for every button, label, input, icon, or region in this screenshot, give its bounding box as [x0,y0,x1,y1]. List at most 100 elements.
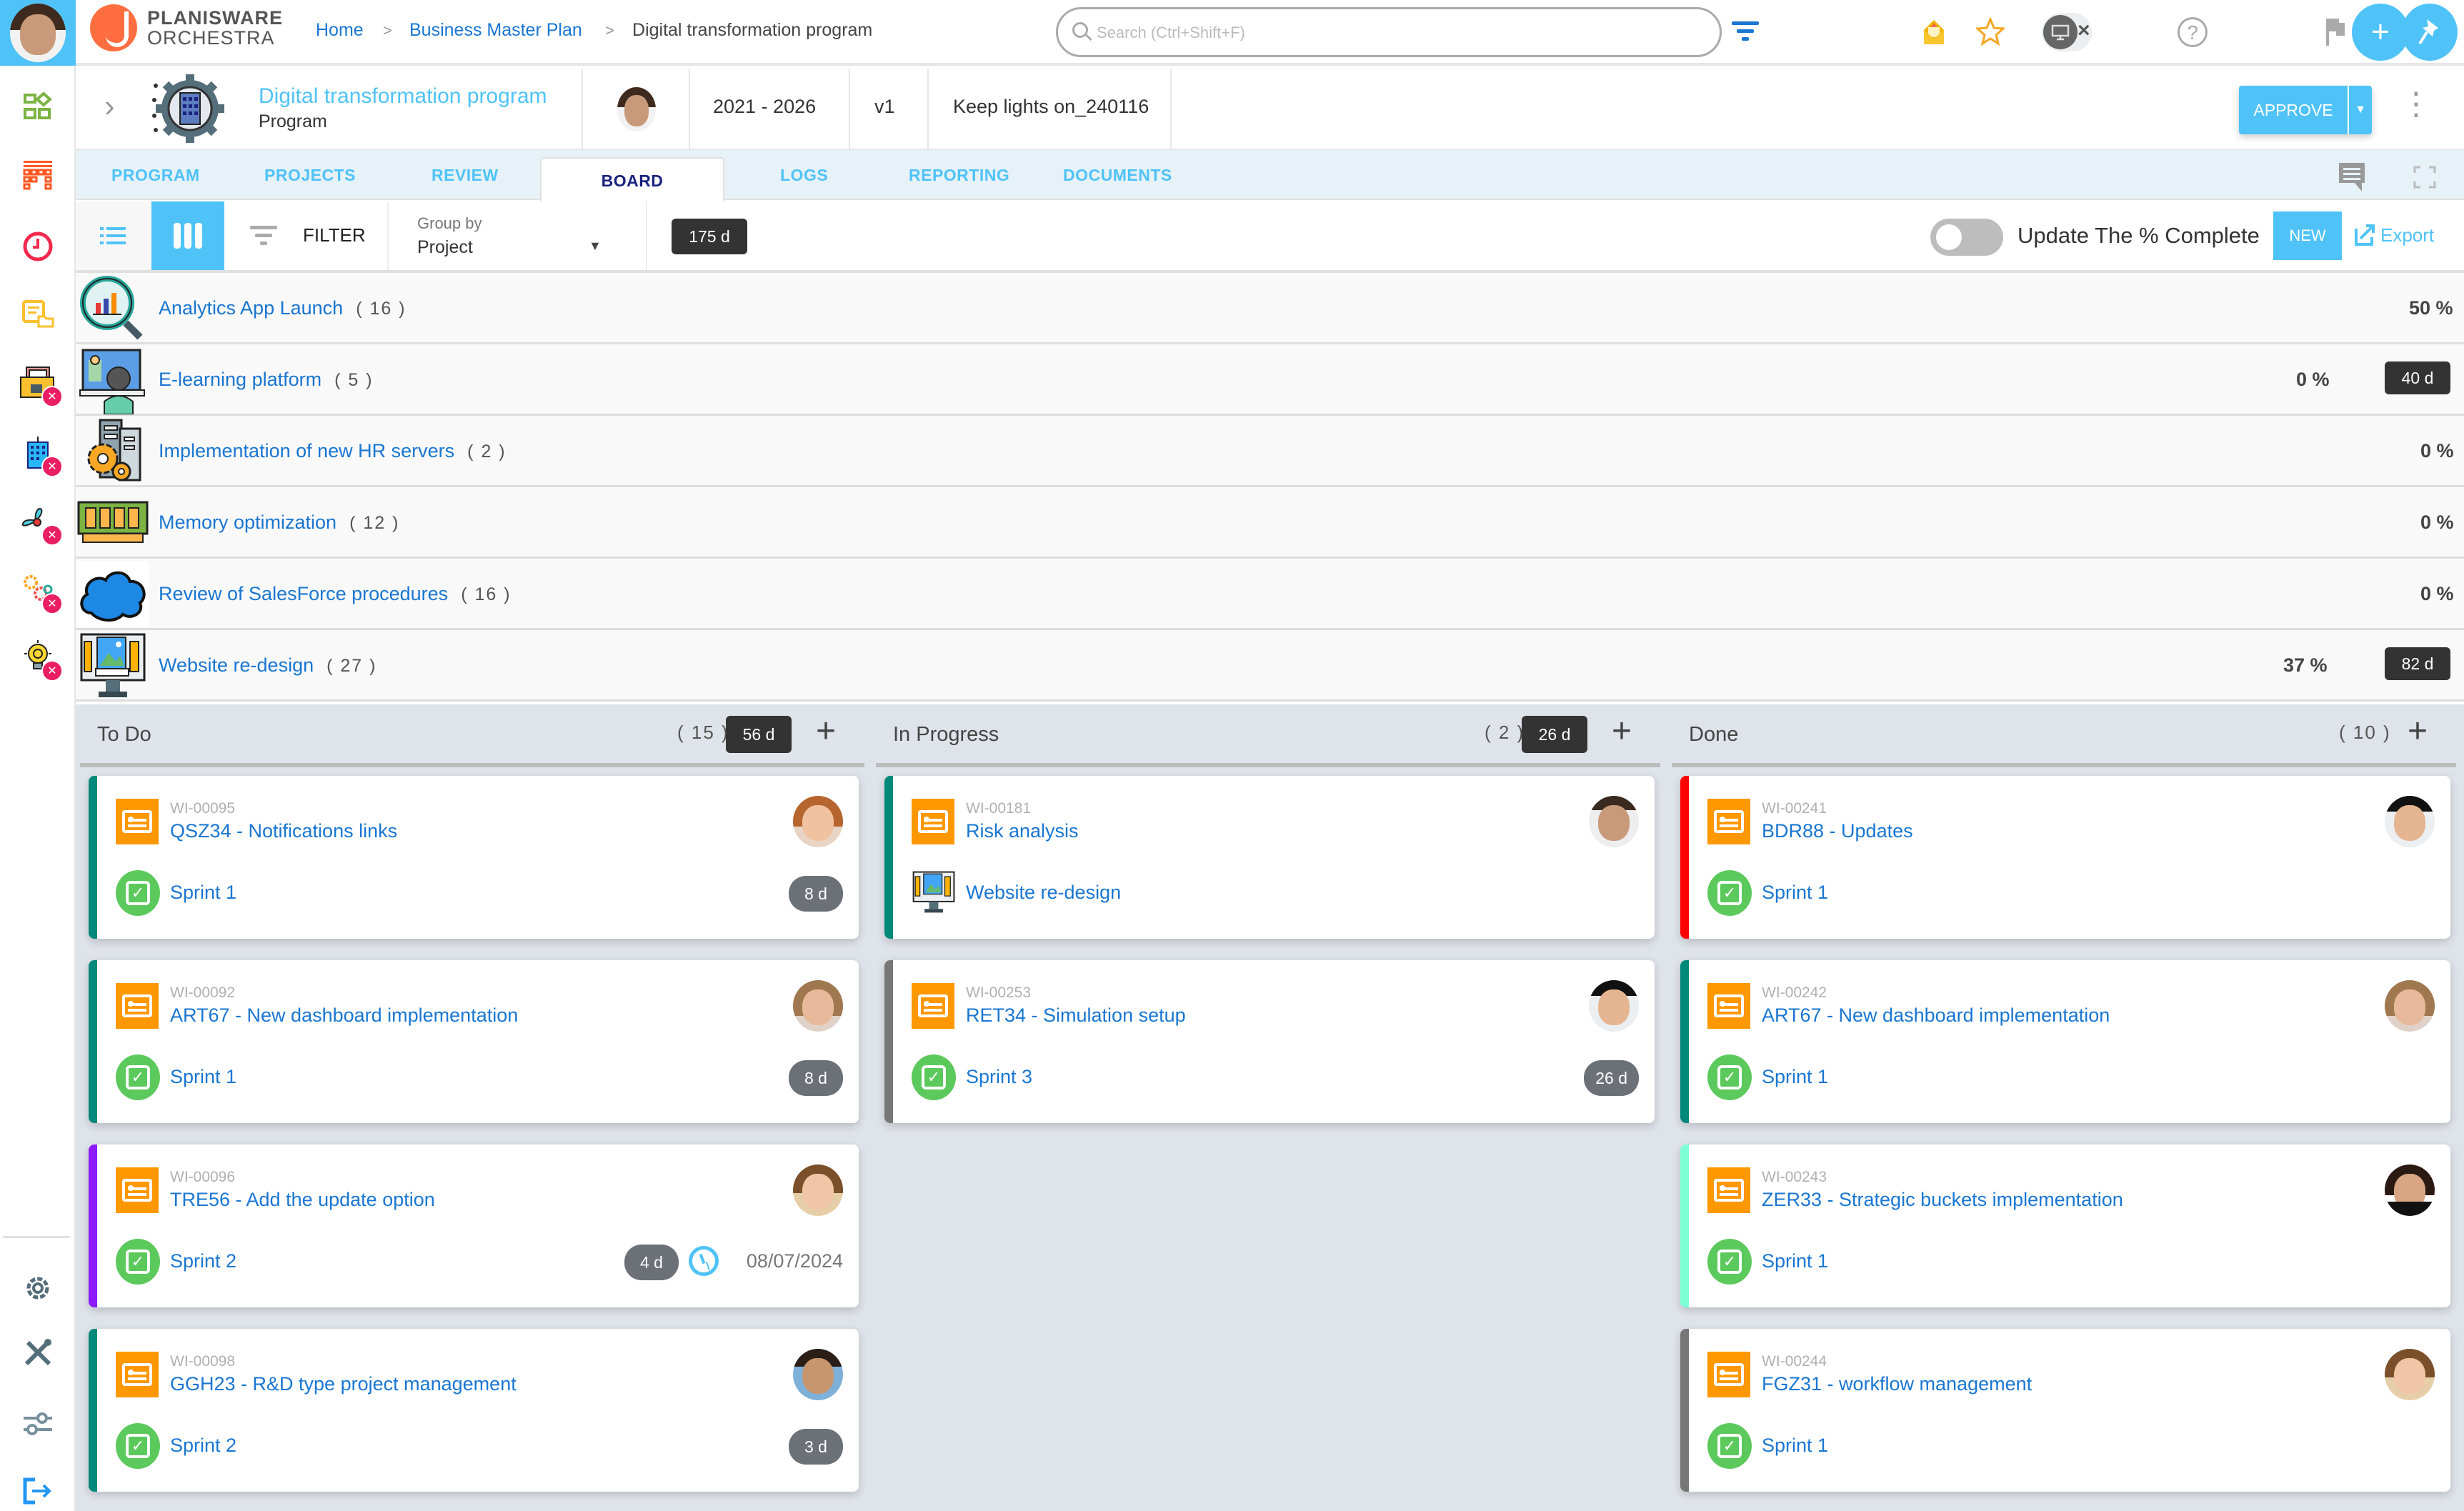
sidebar-item-timesheet[interactable] [19,227,57,266]
assignee-avatar[interactable] [793,796,843,847]
assignee-avatar[interactable] [2385,796,2435,847]
group-name[interactable]: Implementation of new HR servers ( 2 ) [159,440,507,462]
sprint-link[interactable]: Sprint 1 [1762,882,1828,904]
close-icon[interactable]: × [2078,19,2090,43]
sidebar-item-tools[interactable] [19,1333,57,1372]
filter-button[interactable]: FILTER [224,201,389,270]
work-item-title[interactable]: Risk analysis [966,820,1079,842]
sprint-link[interactable]: Sprint 1 [1762,1435,1828,1457]
sidebar-item-idea-pinned[interactable]: ✕ [19,637,63,682]
global-search[interactable] [1056,7,1722,57]
group-row-hr-servers[interactable]: Implementation of new HR servers ( 2 ) 0 … [76,416,2464,487]
list-view-button[interactable] [76,201,151,270]
assignee-avatar[interactable] [793,980,843,1032]
project-link[interactable]: Website re-design [966,882,1121,904]
work-item-card[interactable]: WI-00181 Risk analysis Website re-design [884,776,1655,939]
assignee-avatar[interactable] [793,1349,843,1400]
new-button[interactable]: NEW [2273,211,2342,260]
assignee-avatar[interactable] [1589,796,1639,847]
expand-chevron-icon[interactable]: › [104,89,115,124]
tab-board[interactable]: BOARD [540,157,724,201]
tab-documents[interactable]: DOCUMENTS [1063,166,1172,185]
sidebar-item-hr-pinned[interactable]: ✕ [19,363,63,407]
group-row-e-learning-platform[interactable]: E-learning platform ( 5 ) 0 % 40 d [76,344,2464,416]
help-icon[interactable]: ? [2178,17,2208,47]
group-row-website-redesign[interactable]: Website re-design ( 27 ) 37 % 82 d [76,630,2464,702]
group-title[interactable]: E-learning platform [159,369,321,390]
work-item-card[interactable]: WI-00096 TRE56 - Add the update option ✓… [89,1145,859,1307]
tab-program[interactable]: PROGRAM [111,166,200,185]
group-name[interactable]: Memory optimization ( 12 ) [159,512,399,534]
assignee-avatar[interactable] [2385,1349,2435,1400]
sprint-link[interactable]: Sprint 1 [1762,1066,1828,1088]
work-item-card[interactable]: WI-00092 ART67 - New dashboard implement… [89,960,859,1123]
sprint-link[interactable]: Sprint 1 [170,882,236,904]
add-card-button[interactable]: + [1612,712,1632,751]
group-title[interactable]: Implementation of new HR servers [159,440,454,462]
comments-icon[interactable] [2338,161,2366,193]
breadcrumb-home[interactable]: Home [316,20,364,41]
work-item-title[interactable]: ART67 - New dashboard implementation [170,1004,518,1027]
program-title[interactable]: Digital transformation program [259,84,547,109]
tab-review[interactable]: REVIEW [432,166,499,185]
breadcrumb-business-master-plan[interactable]: Business Master Plan [409,20,582,41]
work-item-card[interactable]: WI-00095 QSZ34 - Notifications links ✓ S… [89,776,859,939]
add-button[interactable]: + [2352,4,2409,61]
update-percent-toggle[interactable] [1930,219,2003,256]
sidebar-item-portfolio[interactable] [19,87,57,126]
group-title[interactable]: Website re-design [159,654,314,676]
assignee-avatar[interactable] [793,1165,843,1216]
group-title[interactable]: Review of SalesForce procedures [159,583,448,604]
work-item-title[interactable]: ZER33 - Strategic buckets implementation [1762,1189,2123,1211]
mail-icon[interactable] [1922,19,1946,46]
add-card-button[interactable]: + [816,712,836,751]
work-item-card[interactable]: WI-00243 ZER33 - Strategic buckets imple… [1680,1145,2450,1307]
sidebar-item-gantt[interactable] [19,156,57,194]
sprint-link[interactable]: Sprint 1 [1762,1250,1828,1272]
edit-mode-toggle[interactable]: × [2042,13,2092,51]
sprint-link[interactable]: Sprint 1 [170,1066,236,1088]
sprint-link[interactable]: Sprint 2 [170,1250,236,1272]
approve-dropdown-icon[interactable]: ▼ [2349,86,2372,134]
sidebar-item-logout[interactable] [19,1472,57,1510]
work-item-title[interactable]: ART67 - New dashboard implementation [1762,1004,2110,1027]
tab-projects[interactable]: PROJECTS [264,166,356,185]
flag-icon[interactable] [2325,17,2346,47]
tab-reporting[interactable]: REPORTING [909,166,1009,185]
sidebar-item-documents[interactable] [19,294,57,333]
work-item-title[interactable]: TRE56 - Add the update option [170,1189,435,1211]
work-item-card[interactable]: WI-00242 ART67 - New dashboard implement… [1680,960,2450,1123]
work-item-title[interactable]: BDR88 - Updates [1762,820,1913,842]
sidebar-item-gears-pinned[interactable]: ✕ [19,570,63,614]
assignee-avatar[interactable] [2385,980,2435,1032]
group-name[interactable]: Website re-design ( 27 ) [159,654,376,677]
assignee-avatar[interactable] [1589,980,1639,1032]
group-name[interactable]: E-learning platform ( 5 ) [159,369,374,391]
more-options-icon[interactable]: ⋮ [2400,86,2432,122]
group-title[interactable]: Analytics App Launch [159,297,343,319]
work-item-title[interactable]: QSZ34 - Notifications links [170,820,397,842]
approve-button[interactable]: APPROVE [2239,86,2348,134]
work-item-card[interactable]: WI-00253 RET34 - Simulation setup ✓ Spri… [884,960,1655,1123]
sprint-link[interactable]: Sprint 2 [170,1435,236,1457]
sidebar-item-fan-pinned[interactable]: ✕ [19,502,63,546]
assignee-avatar[interactable] [2385,1165,2435,1216]
work-item-card[interactable]: WI-00098 GGH23 - R&D type project manage… [89,1329,859,1492]
group-by-select[interactable]: Group by Project ▼ [389,201,647,270]
fullscreen-icon[interactable] [2413,166,2436,189]
work-item-card[interactable]: WI-00241 BDR88 - Updates ✓ Sprint 1 [1680,776,2450,939]
sprint-link[interactable]: Sprint 3 [966,1066,1032,1088]
board-view-button[interactable] [151,201,224,270]
tab-logs[interactable]: LOGS [780,166,828,185]
user-avatar-button[interactable] [0,0,76,66]
star-icon[interactable] [1976,17,2005,46]
add-card-button[interactable]: + [2408,712,2428,751]
advanced-filter-icon[interactable] [1732,21,1759,41]
work-item-title[interactable]: RET34 - Simulation setup [966,1004,1186,1027]
work-item-title[interactable]: FGZ31 - workflow management [1762,1373,2032,1395]
sidebar-item-preferences[interactable] [19,1405,57,1443]
work-item-card[interactable]: WI-00244 FGZ31 - workflow management ✓ S… [1680,1329,2450,1492]
sidebar-item-settings[interactable] [19,1269,57,1307]
program-owner-avatar[interactable] [617,87,656,131]
work-item-title[interactable]: GGH23 - R&D type project management [170,1373,517,1395]
